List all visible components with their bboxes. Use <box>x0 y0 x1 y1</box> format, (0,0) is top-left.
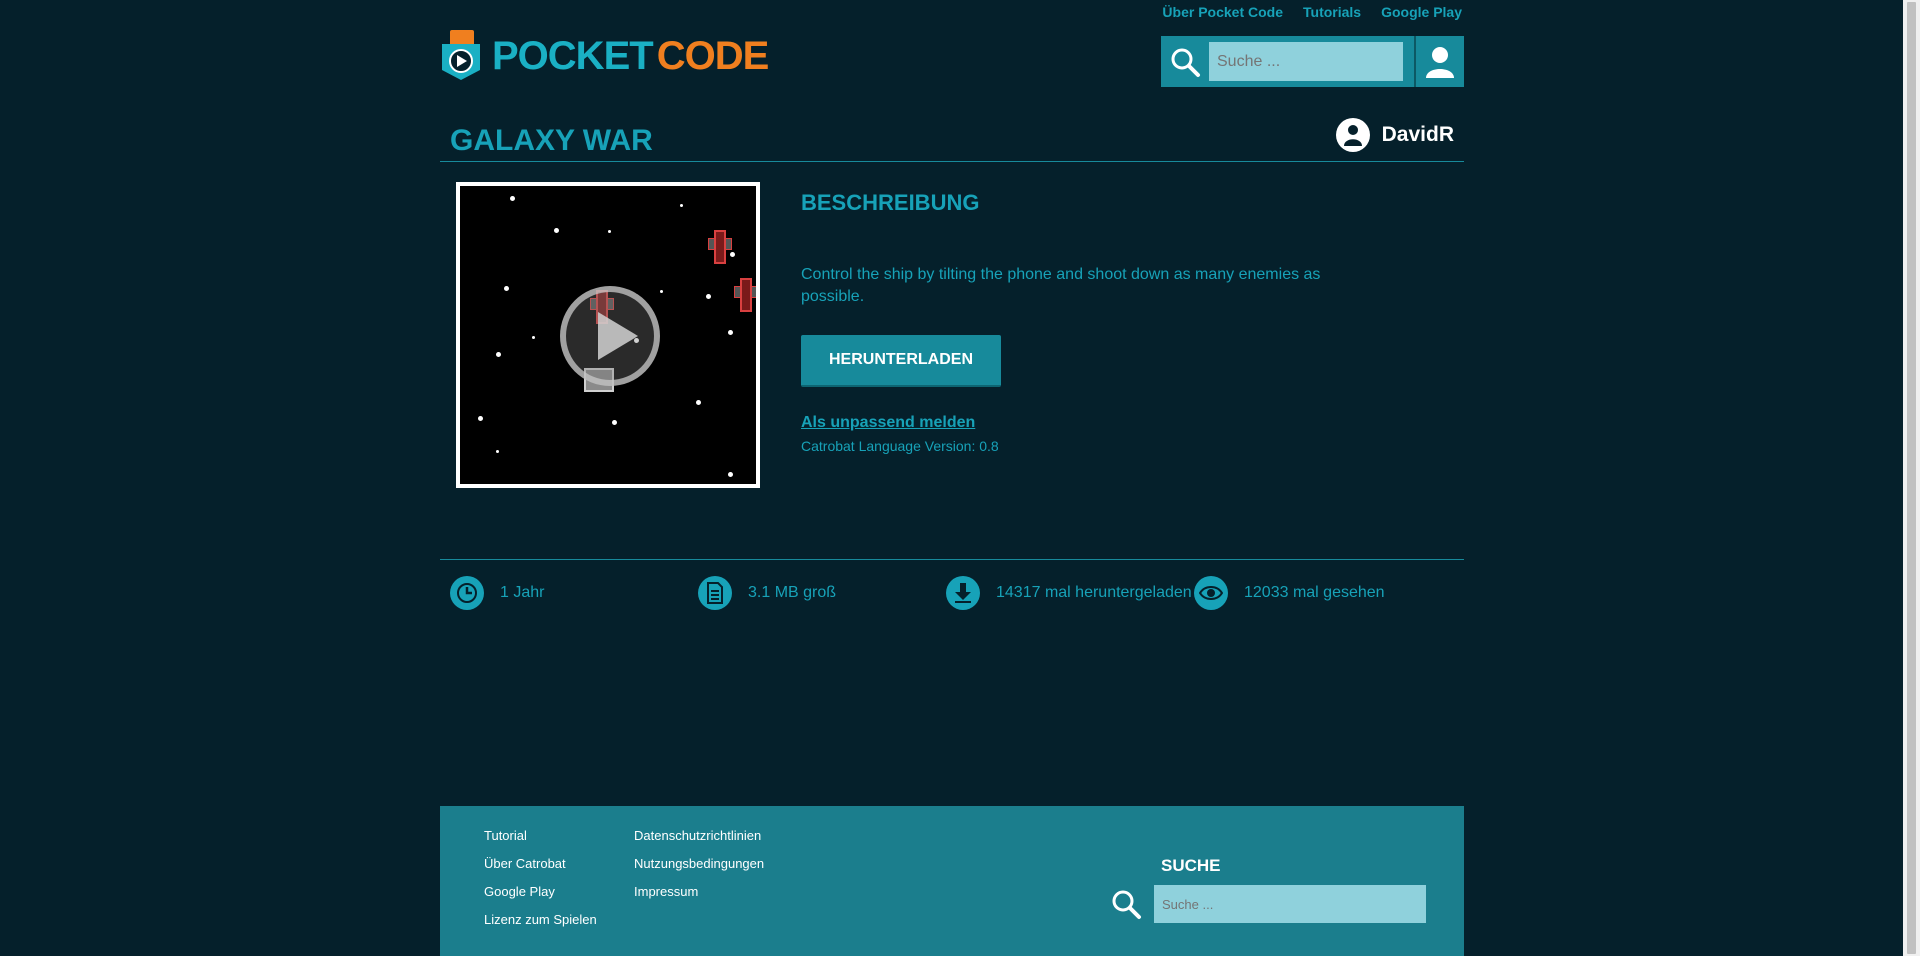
logo-mark-icon <box>440 30 482 82</box>
eye-icon <box>1194 576 1228 610</box>
footer-search-input[interactable] <box>1154 885 1426 923</box>
nav-link-tutorials[interactable]: Tutorials <box>1303 4 1361 20</box>
enemy-ship <box>708 230 732 264</box>
footer-links-col2: Datenschutzrichtlinien Nutzungsbedingung… <box>634 828 764 899</box>
enemy-ship <box>734 278 756 312</box>
page-footer: Tutorial Über Catrobat Google Play Lizen… <box>440 806 1464 956</box>
footer-link-tutorial[interactable]: Tutorial <box>484 828 597 843</box>
stat-age: 1 Jahr <box>450 576 544 610</box>
top-nav: Über Pocket Code Tutorials Google Play <box>1162 4 1462 20</box>
download-icon <box>946 576 980 610</box>
logo-text-code: CODE <box>656 33 770 78</box>
nav-link-about[interactable]: Über Pocket Code <box>1162 4 1283 20</box>
scrollbar-thumb[interactable] <box>1907 2 1916 954</box>
search-icon[interactable] <box>1161 36 1209 87</box>
page-title: GALAXY WAR <box>450 124 653 157</box>
author-name: DavidR <box>1381 123 1454 146</box>
user-icon <box>1426 46 1454 78</box>
logo-text: POCKET CODE <box>492 33 770 79</box>
footer-search-icon[interactable] <box>1110 888 1142 925</box>
footer-link-license[interactable]: Lizenz zum Spielen <box>484 912 597 927</box>
footer-link-privacy[interactable]: Datenschutzrichtlinien <box>634 828 764 843</box>
footer-link-terms[interactable]: Nutzungsbedingungen <box>634 856 764 871</box>
stat-size: 3.1 MB groß <box>698 576 836 610</box>
description-heading: BESCHREIBUNG <box>801 190 980 215</box>
stat-views-text: 12033 mal gesehen <box>1244 584 1385 601</box>
program-stats: 1 Jahr 3.1 MB groß 14317 mal heruntergel… <box>440 559 1464 629</box>
play-icon[interactable] <box>560 286 660 386</box>
program-description: Control the ship by tilting the phone an… <box>801 266 1321 305</box>
report-link[interactable]: Als unpassend melden <box>801 414 975 432</box>
program-thumbnail[interactable] <box>456 182 760 488</box>
stat-views: 12033 mal gesehen <box>1194 576 1385 610</box>
pocket-code-logo[interactable]: POCKET CODE <box>440 30 770 82</box>
download-button[interactable]: HERUNTERLADEN <box>801 335 1001 387</box>
header-search <box>1161 36 1464 87</box>
clock-icon <box>450 576 484 610</box>
footer-link-about-catrobat[interactable]: Über Catrobat <box>484 856 597 871</box>
user-login-button[interactable] <box>1414 36 1464 87</box>
footer-link-google-play[interactable]: Google Play <box>484 884 597 899</box>
program-title-row: GALAXY WAR DavidR <box>440 112 1464 162</box>
avatar-icon <box>1335 118 1370 152</box>
nav-link-google-play[interactable]: Google Play <box>1381 4 1462 20</box>
footer-link-imprint[interactable]: Impressum <box>634 884 764 899</box>
header-search-input[interactable] <box>1209 42 1403 81</box>
language-version: Catrobat Language Version: 0.8 <box>801 438 999 454</box>
stat-downloads-text: 14317 mal heruntergeladen <box>996 584 1192 601</box>
stat-age-text: 1 Jahr <box>500 584 545 601</box>
stat-size-text: 3.1 MB groß <box>748 584 837 601</box>
stat-downloads: 14317 mal heruntergeladen <box>946 576 1192 610</box>
footer-links-col1: Tutorial Über Catrobat Google Play Lizen… <box>484 828 597 927</box>
document-icon <box>698 576 732 610</box>
program-author[interactable]: DavidR <box>1335 118 1454 152</box>
footer-search-heading: SUCHE <box>1161 856 1221 875</box>
page-scrollbar[interactable] <box>1903 0 1920 956</box>
logo-text-pocket: POCKET <box>492 33 654 78</box>
